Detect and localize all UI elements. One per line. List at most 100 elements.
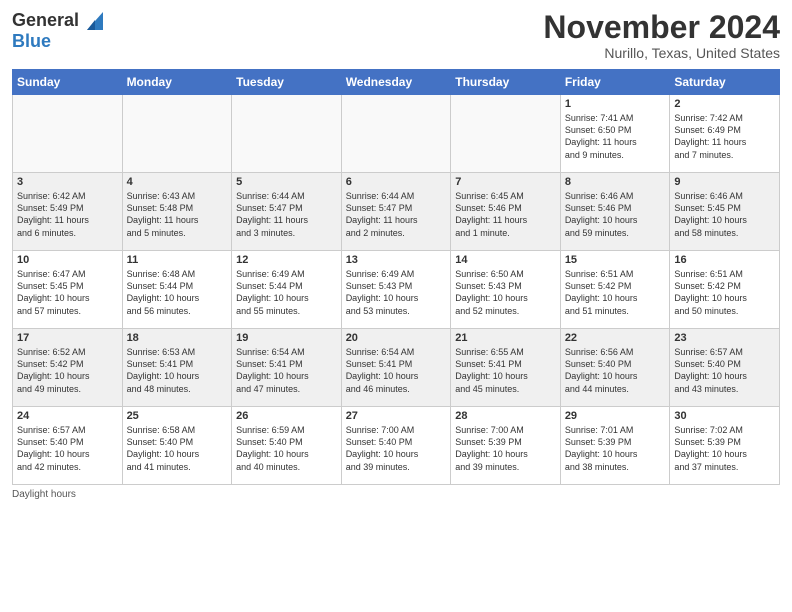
page-container: General Blue November 2024 Nurillo, Texa… [0,0,792,506]
day-number: 17 [17,332,118,344]
day-number: 14 [455,254,556,266]
calendar-cell-7: 3 Sunrise: 6:42 AMSunset: 5:49 PMDaylight… [13,173,123,251]
day-number: 16 [674,254,775,266]
calendar-cell-10: 6 Sunrise: 6:44 AMSunset: 5:47 PMDaylight… [341,173,451,251]
day-info: Sunrise: 6:58 AMSunset: 5:40 PMDaylight:… [127,424,228,473]
day-number: 2 [674,98,775,110]
day-number: 7 [455,176,556,188]
calendar-header-saturday: Saturday [670,70,780,95]
day-number: 4 [127,176,228,188]
day-info: Sunrise: 6:53 AMSunset: 5:41 PMDaylight:… [127,346,228,395]
title-block: November 2024 Nurillo, Texas, United Sta… [543,10,780,61]
day-number: 18 [127,332,228,344]
calendar-cell-0 [13,95,123,173]
day-number: 15 [565,254,666,266]
day-info: Sunrise: 6:51 AMSunset: 5:42 PMDaylight:… [565,268,666,317]
day-info: Sunrise: 6:49 AMSunset: 5:44 PMDaylight:… [236,268,337,317]
day-number: 11 [127,254,228,266]
calendar-header-row: SundayMondayTuesdayWednesdayThursdayFrid… [13,70,780,95]
day-number: 29 [565,410,666,422]
day-number: 24 [17,410,118,422]
calendar-cell-23: 19 Sunrise: 6:54 AMSunset: 5:41 PMDayligh… [232,329,342,407]
day-info: Sunrise: 6:54 AMSunset: 5:41 PMDaylight:… [236,346,337,395]
day-number: 9 [674,176,775,188]
logo-general-text: General [12,10,79,31]
day-info: Sunrise: 6:48 AMSunset: 5:44 PMDaylight:… [127,268,228,317]
calendar-header-sunday: Sunday [13,70,123,95]
day-info: Sunrise: 6:56 AMSunset: 5:40 PMDaylight:… [565,346,666,395]
day-info: Sunrise: 6:49 AMSunset: 5:43 PMDaylight:… [346,268,447,317]
calendar-cell-25: 21Sunrise: 6:55 AMSunset: 5:41 PMDayligh… [451,329,561,407]
day-info: Sunrise: 7:00 AMSunset: 5:39 PMDaylight:… [455,424,556,473]
day-number: 20 [346,332,447,344]
calendar-cell-24: 20Sunrise: 6:54 AMSunset: 5:41 PMDayligh… [341,329,451,407]
day-number: 25 [127,410,228,422]
calendar-cell-6: 2 Sunrise: 7:42 AMSunset: 6:49 PMDaylight… [670,95,780,173]
day-number: 22 [565,332,666,344]
calendar-cell-17: 13 Sunrise: 6:49 AMSunset: 5:43 PMDayligh… [341,251,451,329]
day-info: Sunrise: 6:43 AMSunset: 5:48 PMDaylight:… [127,190,228,239]
calendar-cell-1 [122,95,232,173]
day-info: Sunrise: 6:46 AMSunset: 5:46 PMDaylight:… [565,190,666,239]
calendar-week-5: 24 Sunrise: 6:57 AMSunset: 5:40 PMDayligh… [13,407,780,485]
day-info: Sunrise: 6:45 AMSunset: 5:46 PMDaylight:… [455,190,556,239]
calendar-cell-20: 16 Sunrise: 6:51 AMSunset: 5:42 PMDayligh… [670,251,780,329]
calendar-header-monday: Monday [122,70,232,95]
calendar-cell-34: 30Sunrise: 7:02 AMSunset: 5:39 PMDayligh… [670,407,780,485]
calendar-cell-18: 14 Sunrise: 6:50 AMSunset: 5:43 PMDayligh… [451,251,561,329]
day-info: Sunrise: 6:51 AMSunset: 5:42 PMDaylight:… [674,268,775,317]
day-info: Sunrise: 6:59 AMSunset: 5:40 PMDaylight:… [236,424,337,473]
calendar-cell-21: 17 Sunrise: 6:52 AMSunset: 5:42 PMDayligh… [13,329,123,407]
day-number: 10 [17,254,118,266]
day-info: Sunrise: 7:01 AMSunset: 5:39 PMDaylight:… [565,424,666,473]
calendar-cell-30: 26Sunrise: 6:59 AMSunset: 5:40 PMDayligh… [232,407,342,485]
day-info: Sunrise: 6:44 AMSunset: 5:47 PMDaylight:… [346,190,447,239]
location-text: Nurillo, Texas, United States [543,45,780,61]
calendar-header-thursday: Thursday [451,70,561,95]
calendar-cell-11: 7 Sunrise: 6:45 AMSunset: 5:46 PMDaylight… [451,173,561,251]
day-number: 21 [455,332,556,344]
month-title: November 2024 [543,10,780,45]
calendar-header-tuesday: Tuesday [232,70,342,95]
calendar-cell-19: 15 Sunrise: 6:51 AMSunset: 5:42 PMDayligh… [560,251,670,329]
day-number: 27 [346,410,447,422]
calendar-cell-16: 12 Sunrise: 6:49 AMSunset: 5:44 PMDayligh… [232,251,342,329]
calendar-cell-31: 27Sunrise: 7:00 AMSunset: 5:40 PMDayligh… [341,407,451,485]
calendar-cell-3 [341,95,451,173]
day-info: Sunrise: 6:42 AMSunset: 5:49 PMDaylight:… [17,190,118,239]
day-info: Sunrise: 7:02 AMSunset: 5:39 PMDaylight:… [674,424,775,473]
calendar-cell-27: 23 Sunrise: 6:57 AMSunset: 5:40 PMDayligh… [670,329,780,407]
calendar-cell-15: 11 Sunrise: 6:48 AMSunset: 5:44 PMDayligh… [122,251,232,329]
day-number: 5 [236,176,337,188]
day-info: Sunrise: 6:47 AMSunset: 5:45 PMDaylight:… [17,268,118,317]
day-number: 12 [236,254,337,266]
calendar-cell-4 [451,95,561,173]
day-number: 23 [674,332,775,344]
day-number: 19 [236,332,337,344]
calendar-cell-13: 9 Sunrise: 6:46 AMSunset: 5:45 PMDaylight… [670,173,780,251]
day-info: Sunrise: 7:42 AMSunset: 6:49 PMDaylight:… [674,112,775,161]
calendar-cell-29: 25 Sunrise: 6:58 AMSunset: 5:40 PMDayligh… [122,407,232,485]
logo-icon [81,12,103,30]
calendar-week-2: 3 Sunrise: 6:42 AMSunset: 5:49 PMDaylight… [13,173,780,251]
calendar-week-4: 17 Sunrise: 6:52 AMSunset: 5:42 PMDayligh… [13,329,780,407]
calendar-header-friday: Friday [560,70,670,95]
day-info: Sunrise: 6:50 AMSunset: 5:43 PMDaylight:… [455,268,556,317]
calendar-cell-33: 29 Sunrise: 7:01 AMSunset: 5:39 PMDayligh… [560,407,670,485]
day-number: 13 [346,254,447,266]
day-number: 6 [346,176,447,188]
day-number: 1 [565,98,666,110]
day-info: Sunrise: 6:46 AMSunset: 5:45 PMDaylight:… [674,190,775,239]
day-number: 3 [17,176,118,188]
calendar-cell-2 [232,95,342,173]
logo: General Blue [12,10,103,52]
calendar-cell-9: 5Sunrise: 6:44 AMSunset: 5:47 PMDaylight… [232,173,342,251]
calendar-cell-5: 1Sunrise: 7:41 AMSunset: 6:50 PMDaylight… [560,95,670,173]
day-info: Sunrise: 6:52 AMSunset: 5:42 PMDaylight:… [17,346,118,395]
logo-blue-text: Blue [12,31,51,52]
day-info: Sunrise: 6:57 AMSunset: 5:40 PMDaylight:… [674,346,775,395]
day-info: Sunrise: 6:57 AMSunset: 5:40 PMDaylight:… [17,424,118,473]
footer-note: Daylight hours [12,489,780,500]
calendar-cell-12: 8Sunrise: 6:46 AMSunset: 5:46 PMDaylight… [560,173,670,251]
day-number: 28 [455,410,556,422]
